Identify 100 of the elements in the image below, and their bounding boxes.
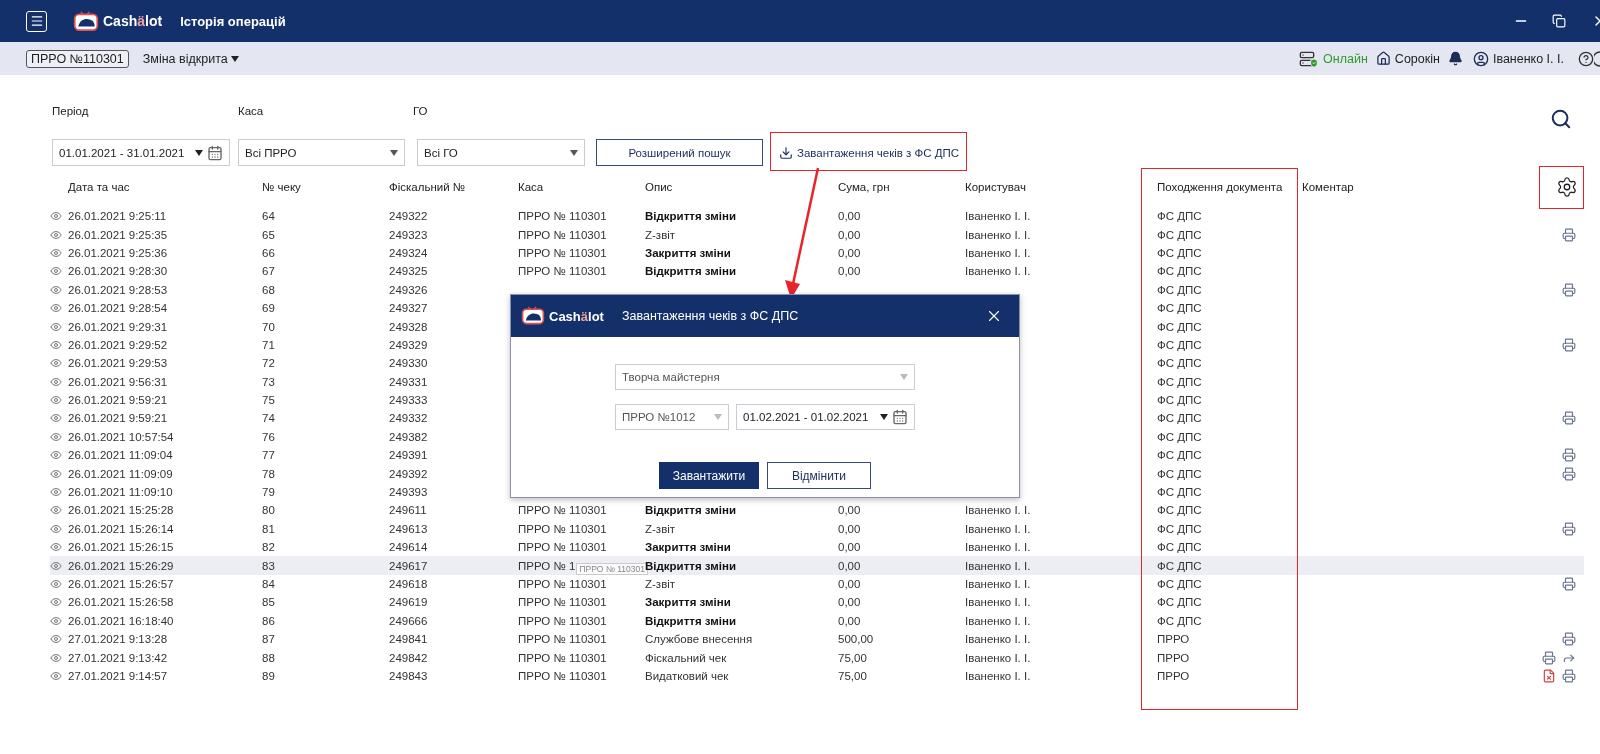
table-row[interactable]: 26.01.2021 9:28:30 67 249325 ПРРО № 110301 Відкриття зміни 0,00 Іваненко І. І. ФС ДПС — [50, 262, 1584, 281]
eye-icon[interactable] — [50, 357, 62, 370]
organization-select[interactable]: Творча майстерня — [615, 364, 915, 390]
menu-button[interactable] — [26, 10, 47, 32]
table-cell-text: 26.01.2021 15:26:14 — [68, 522, 175, 535]
eye-icon[interactable] — [50, 302, 62, 315]
table-cell-text: ФС ДПС — [1157, 522, 1203, 535]
printer-icon[interactable] — [1562, 521, 1576, 536]
eye-icon[interactable] — [50, 430, 62, 443]
table-cell-text: 75 — [262, 394, 276, 407]
eye-icon[interactable] — [50, 320, 62, 333]
table-row[interactable]: 26.01.2021 15:26:15 82 249614 ПРРО № 110301 Закриття зміни 0,00 Іваненко І. І. ФС ДПС — [50, 538, 1584, 557]
printer-icon[interactable] — [1562, 227, 1576, 242]
period-field[interactable]: 01.02.2021 - 01.02.2021 — [736, 404, 915, 430]
help-icon[interactable] — [1578, 50, 1594, 67]
printer-icon[interactable] — [1542, 650, 1556, 665]
printer-icon[interactable] — [1562, 466, 1576, 481]
eye-icon[interactable] — [50, 522, 62, 535]
table-row[interactable]: 27.01.2021 9:13:42 88 249842 ПРРО № 110301 Фіскальний чек 75,00 Іваненко І. І. ПРРО — [50, 648, 1584, 667]
table-row[interactable]: 26.01.2021 9:25:35 65 249323 ПРРО № 110301 Z-звіт 0,00 Іваненко І. І. ФС ДПС — [50, 225, 1584, 244]
table-cell: ПРРО № 110301 — [518, 651, 607, 664]
search-icon[interactable] — [1550, 108, 1572, 130]
table-row[interactable]: 26.01.2021 9:25:36 66 249324 ПРРО № 110301 Закриття зміни 0,00 Іваненко І. І. ФС ДПС — [50, 243, 1584, 263]
document-cancel-icon[interactable] — [1542, 668, 1556, 683]
eye-icon[interactable] — [50, 651, 62, 664]
shift-dropdown[interactable]: Зміна відкрита — [142, 51, 239, 66]
column-header[interactable]: Походження документа — [1157, 180, 1302, 193]
table-cell-text: Іваненко І. І. — [965, 633, 1032, 646]
advanced-search-button[interactable]: Розширений пошук — [596, 139, 763, 166]
eye-icon[interactable] — [50, 246, 62, 259]
eye-icon[interactable] — [50, 559, 62, 572]
eye-icon[interactable] — [50, 541, 62, 554]
table-row[interactable]: 26.01.2021 15:26:58 85 249619 ПРРО № 110301 Закриття зміни 0,00 Іваненко І. І. ФС ДПС — [50, 593, 1584, 612]
cancel-button[interactable]: Відмінити — [767, 462, 871, 489]
download-link[interactable]: Завантаження чеків з ФС ДПС — [771, 139, 968, 166]
eye-icon[interactable] — [50, 596, 62, 609]
table-row[interactable]: 26.01.2021 15:25:28 80 249611 ПРРО № 110301 Відкриття зміни 0,00 Іваненко І. І. ФС ДПС — [50, 501, 1584, 520]
logo-text: Cashälot — [103, 13, 163, 29]
table-row[interactable]: 27.01.2021 9:13:28 87 249841 ПРРО № 110301 Службове внесення 500,00 Іваненко І. І. ПРРО — [50, 630, 1584, 649]
column-header[interactable]: Фіскальний № — [389, 180, 518, 193]
eye-icon[interactable] — [50, 265, 62, 278]
table-cell-text: ФС ДПС — [1157, 412, 1203, 425]
settings-icon[interactable] — [1556, 175, 1578, 198]
eye-icon[interactable] — [50, 449, 62, 462]
bell-icon[interactable] — [1447, 51, 1463, 66]
eye-icon[interactable] — [50, 283, 62, 296]
column-header[interactable]: Каса — [518, 180, 645, 193]
column-header[interactable]: № чеку — [262, 180, 389, 193]
register-badge: ПРРО №110301 — [26, 49, 129, 68]
eye-icon[interactable] — [50, 228, 62, 241]
column-header[interactable]: Дата та час — [68, 180, 262, 193]
period-field[interactable]: 01.01.2021 - 31.01.2021 — [52, 139, 230, 166]
eye-icon[interactable] — [50, 504, 62, 517]
table-cell-text: 249392 — [389, 467, 429, 480]
table-cell-text: 80 — [262, 504, 276, 517]
info-icon[interactable] — [1594, 50, 1600, 67]
table-row[interactable]: 26.01.2021 15:26:57 84 249618 ПРРО № 110301 Z-звіт 0,00 Іваненко І. І. ФС ДПС — [50, 574, 1584, 594]
table-cell-text: 27.01.2021 9:13:42 — [68, 651, 169, 664]
restore-icon[interactable] — [1552, 14, 1566, 28]
caret-icon — [714, 414, 722, 420]
eye-icon[interactable] — [50, 578, 62, 590]
printer-icon[interactable] — [1562, 668, 1576, 683]
printer-icon[interactable] — [1562, 632, 1576, 647]
org-select[interactable]: Всі ГО — [417, 139, 585, 166]
table-cell-text: Закриття зміни — [645, 541, 732, 554]
table-row[interactable]: 26.01.2021 15:26:14 81 249613 ПРРО № 110301 Z-звіт 0,00 Іваненко І. І. ФС ДПС — [50, 519, 1584, 539]
register-select[interactable]: Всі ПРРО — [238, 139, 405, 166]
eye-icon[interactable] — [50, 467, 62, 480]
printer-icon[interactable] — [1562, 411, 1576, 426]
table-cell-text: 73 — [262, 375, 276, 388]
printer-icon[interactable] — [1562, 282, 1576, 297]
eye-icon[interactable] — [50, 412, 62, 425]
eye-icon[interactable] — [50, 375, 62, 388]
eye-icon[interactable] — [50, 669, 62, 682]
table-row[interactable]: 26.01.2021 16:18:40 86 249666 ПРРО № 110301 Відкриття зміни 0,00 Іваненко І. І. ФС ДПС — [50, 611, 1584, 630]
eye-icon[interactable] — [50, 338, 62, 351]
table-row[interactable]: 27.01.2021 9:14:57 89 249843 ПРРО № 110301 Видатковий чек 75,00 Іваненко І. І. ПРРО — [50, 666, 1584, 686]
eye-icon[interactable] — [50, 394, 62, 407]
column-header[interactable]: Опис — [645, 180, 838, 193]
eye-icon[interactable] — [50, 486, 62, 499]
table-cell-text: Іваненко І. І. — [965, 265, 1032, 278]
column-header[interactable]: Користувач — [965, 180, 1157, 193]
column-header[interactable]: Сума, грн — [838, 180, 965, 193]
table-row[interactable]: 26.01.2021 9:25:11 64 249322 ПРРО № 110301 Відкриття зміни 0,00 Іваненко І. І. ФС ДПС — [50, 207, 1584, 226]
eye-icon[interactable] — [50, 633, 62, 646]
org-label: ГО — [413, 105, 429, 117]
download-button[interactable]: Завантажити — [659, 462, 759, 489]
calendar-icon[interactable] — [892, 409, 908, 425]
printer-icon[interactable] — [1562, 337, 1576, 352]
logo-icon — [73, 10, 99, 32]
eye-icon[interactable] — [50, 614, 62, 627]
register-select[interactable]: ПРРО №1012 — [615, 404, 729, 430]
printer-icon[interactable] — [1562, 448, 1576, 463]
table-cell-text: 26.01.2021 9:59:21 — [68, 394, 169, 407]
calendar-icon[interactable] — [207, 144, 223, 161]
table-cell-text: 0,00 — [838, 614, 862, 627]
eye-icon[interactable] — [50, 210, 62, 223]
column-header[interactable]: Коментар — [1302, 180, 1460, 193]
table-cell-text: 27.01.2021 9:13:28 — [68, 633, 169, 646]
printer-icon[interactable] — [1562, 577, 1576, 591]
